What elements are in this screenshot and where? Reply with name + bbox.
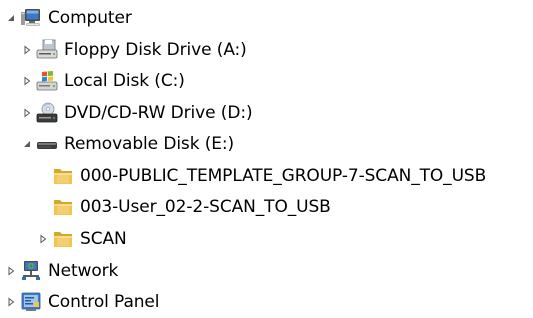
tree-item-label: Floppy Disk Drive (A:)	[64, 40, 247, 60]
tree-item-label: 000-PUBLIC_TEMPLATE_GROUP-7-SCAN_TO_USB	[80, 166, 487, 186]
expanded-arrow-icon[interactable]	[4, 2, 18, 34]
tree-item-label: 003-User_02-2-SCAN_TO_USB	[80, 197, 331, 217]
tree-item-label: Computer	[48, 8, 132, 28]
collapsed-arrow-icon[interactable]	[20, 65, 34, 97]
folder-icon	[54, 200, 72, 215]
collapsed-arrow-icon[interactable]	[4, 286, 18, 318]
navigation-tree: Computer Floppy Disk Drive (A:) Local Di…	[0, 0, 533, 318]
control-panel-icon	[21, 292, 41, 311]
tree-item-dvd-drive[interactable]: DVD/CD-RW Drive (D:)	[20, 97, 253, 129]
collapsed-arrow-icon[interactable]	[20, 34, 34, 66]
tree-item-folder-public-template[interactable]: 000-PUBLIC_TEMPLATE_GROUP-7-SCAN_TO_USB	[36, 160, 486, 192]
tree-item-control-panel[interactable]: Control Panel	[4, 286, 160, 318]
dvd-drive-icon	[36, 102, 58, 123]
tree-item-computer[interactable]: Computer	[4, 2, 132, 34]
tree-item-label: Local Disk (C:)	[64, 71, 185, 91]
tree-item-network[interactable]: Network	[4, 255, 118, 287]
tree-item-label: DVD/CD-RW Drive (D:)	[64, 103, 253, 123]
tree-item-label: Network	[48, 261, 119, 281]
tree-item-folder-scan[interactable]: SCAN	[36, 223, 127, 255]
windows-disk-icon	[36, 71, 58, 91]
folder-icon	[54, 232, 72, 247]
tree-item-label: Removable Disk (E:)	[64, 134, 235, 154]
network-icon	[22, 261, 40, 280]
usb-drive-icon	[37, 142, 57, 149]
tree-item-floppy-drive[interactable]: Floppy Disk Drive (A:)	[20, 34, 247, 66]
collapsed-arrow-icon[interactable]	[20, 97, 34, 129]
tree-item-local-disk[interactable]: Local Disk (C:)	[20, 65, 185, 97]
folder-icon	[54, 169, 72, 184]
floppy-drive-icon	[36, 39, 58, 59]
tree-item-folder-user-02[interactable]: 003-User_02-2-SCAN_TO_USB	[36, 191, 331, 223]
tree-item-removable-disk[interactable]: Removable Disk (E:)	[20, 128, 234, 160]
expanded-arrow-icon[interactable]	[20, 128, 34, 160]
computer-icon	[21, 9, 40, 26]
collapsed-arrow-icon[interactable]	[36, 223, 50, 255]
tree-item-label: SCAN	[80, 229, 127, 249]
collapsed-arrow-icon[interactable]	[4, 255, 18, 287]
tree-item-label: Control Panel	[48, 292, 160, 312]
